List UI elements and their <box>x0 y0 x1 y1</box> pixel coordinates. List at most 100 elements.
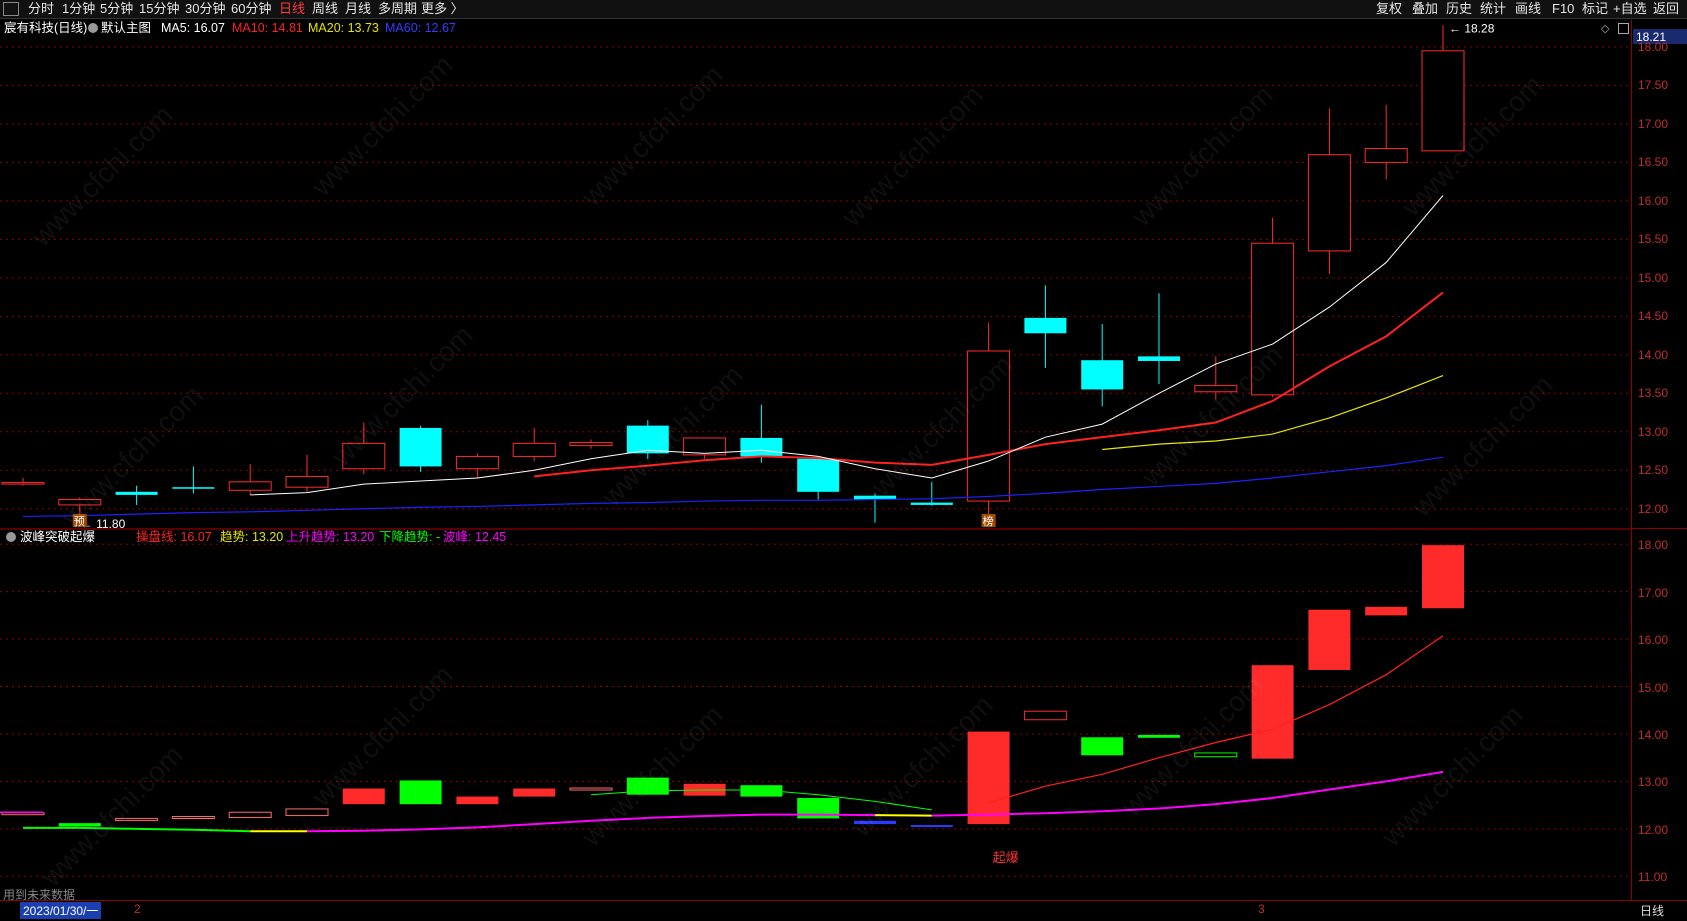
time-marker-2: 2 <box>134 902 141 916</box>
period-tab-0[interactable]: 分时 <box>28 1 54 17</box>
kline-chart[interactable]: ← 18.28← 11.80预榜起爆突破 <box>0 20 1631 900</box>
main-axis-tick: 17.00 <box>1638 117 1668 131</box>
status-bar <box>0 900 1687 921</box>
sub-axis-tick: 18.00 <box>1638 538 1668 552</box>
candle-body <box>1081 360 1123 389</box>
low-price-marker: ← 11.80 <box>81 517 126 531</box>
period-tab-10[interactable]: 更多 〉 <box>421 1 464 17</box>
indicator-bar <box>59 823 101 826</box>
indicator-bar <box>286 809 328 816</box>
period-label[interactable]: 日线 <box>1640 902 1664 919</box>
toolbar-action-7[interactable]: +自选 <box>1613 1 1647 17</box>
indicator-bar <box>1195 753 1237 757</box>
candle-body <box>1195 386 1237 392</box>
indicator-bar <box>229 812 271 817</box>
indicator-bar <box>116 818 158 820</box>
period-tab-8[interactable]: 月线 <box>345 1 371 17</box>
period-tab-5[interactable]: 60分钟 <box>231 1 271 17</box>
period-tab-3[interactable]: 15分钟 <box>139 1 179 17</box>
trend-line-segment <box>648 816 705 818</box>
candle-body <box>286 476 328 487</box>
candle-body <box>172 487 214 489</box>
indicator-bar <box>1365 607 1407 616</box>
toolbar-action-4[interactable]: 画线 <box>1515 1 1541 17</box>
main-axis-tick: 18.00 <box>1638 40 1668 54</box>
trend-line-segment <box>989 813 1046 814</box>
candle-body <box>1138 356 1180 361</box>
period-toolbar: 分时 1分钟 5分钟 15分钟 30分钟 60分钟日线周线月线多周期更多 〉 复权叠加历史… <box>0 0 1687 19</box>
period-tab-1[interactable]: 1分钟 <box>62 1 95 17</box>
candle-body <box>2 483 44 485</box>
indicator-bar <box>968 732 1010 825</box>
period-tab-6[interactable]: 日线 <box>279 1 305 17</box>
candle-body <box>343 443 385 468</box>
toolbar-action-3[interactable]: 统计 <box>1480 1 1506 17</box>
main-axis-tick: 13.50 <box>1638 386 1668 400</box>
toolbar-action-2[interactable]: 历史 <box>1446 1 1472 17</box>
toolbar-action-6[interactable]: 标记 <box>1582 1 1608 17</box>
sub-axis-tick: 16.00 <box>1638 633 1668 647</box>
trend-line-segment <box>80 828 137 829</box>
candle-body <box>116 492 158 495</box>
trend-line-segment <box>193 830 250 831</box>
sub-axis-tick: 12.00 <box>1638 823 1668 837</box>
candle-body <box>740 438 782 456</box>
sub-axis-tick: 14.00 <box>1638 728 1668 742</box>
cursor-date: 2023/01/30/一 <box>20 902 101 919</box>
candle-body <box>1422 51 1464 151</box>
main-axis-tick: 15.50 <box>1638 232 1668 246</box>
sub-axis-tick: 11.00 <box>1638 870 1667 884</box>
trend-line-segment <box>364 829 421 830</box>
indicator-bar <box>513 789 555 797</box>
period-tab-7[interactable]: 周线 <box>312 1 338 17</box>
indicator-bar <box>854 821 896 824</box>
main-axis-tick: 14.00 <box>1638 348 1668 362</box>
menu-icon[interactable] <box>3 2 19 16</box>
price-axis-main: 18.21 18.0017.5017.0016.5016.0015.5015.0… <box>1631 20 1687 528</box>
future-data-note: 用到未来数据 <box>3 886 75 903</box>
candle-body <box>513 443 555 456</box>
tag-bang: 榜 <box>983 514 994 528</box>
indicator-bar <box>1138 735 1180 738</box>
indicator-bar <box>1308 610 1350 670</box>
main-axis-tick: 16.00 <box>1638 194 1668 208</box>
candle-body <box>797 459 839 492</box>
sub-axis-tick: 17.00 <box>1638 586 1668 600</box>
candle-body <box>229 482 271 490</box>
toolbar-action-5[interactable]: F10 <box>1552 1 1574 17</box>
candle-body <box>1252 243 1294 395</box>
main-axis-tick: 12.50 <box>1638 463 1668 477</box>
sub-axis-tick: 13.00 <box>1638 775 1668 789</box>
indicator-bar <box>1422 545 1464 608</box>
trend-line-segment <box>932 815 989 816</box>
tag-yu: 预 <box>74 515 85 528</box>
trend-line-segment <box>705 815 762 816</box>
toolbar-action-0[interactable]: 复权 <box>1376 1 1402 17</box>
indicator-bar <box>911 825 953 827</box>
toolbar-action-8[interactable]: 返回 <box>1653 1 1679 17</box>
main-axis-tick: 13.00 <box>1638 425 1668 439</box>
trend-line-segment <box>1216 798 1273 804</box>
indicator-bar <box>570 788 612 790</box>
indicator-bar <box>2 813 44 815</box>
indicator-bar <box>456 797 498 805</box>
period-tab-2[interactable]: 5分钟 <box>100 1 133 17</box>
period-tab-9[interactable]: 多周期 <box>378 1 417 17</box>
indicator-bar <box>343 789 385 805</box>
period-tab-4[interactable]: 30分钟 <box>185 1 225 17</box>
candle-body <box>1308 155 1350 251</box>
candle-body <box>627 426 669 454</box>
candle-body <box>911 503 953 505</box>
indicator-bar <box>1024 711 1066 720</box>
toolbar-action-1[interactable]: 叠加 <box>1412 1 1438 17</box>
high-price-marker: ← 18.28 <box>1449 21 1495 35</box>
candle-body <box>1365 149 1407 163</box>
trend-line-segment <box>1273 789 1330 798</box>
candle-body <box>456 456 498 468</box>
trend-line-segment <box>1386 772 1443 781</box>
indicator-bar <box>172 817 214 819</box>
trend-line-segment <box>137 829 194 830</box>
main-axis-tick: 15.00 <box>1638 271 1668 285</box>
trend-line-segment <box>534 821 591 824</box>
trend-line-segment <box>591 818 648 821</box>
